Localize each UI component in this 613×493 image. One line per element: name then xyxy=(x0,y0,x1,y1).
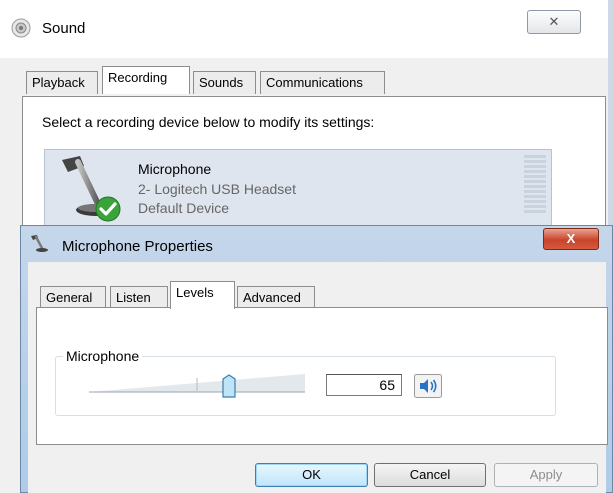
mute-toggle-button[interactable] xyxy=(414,374,442,398)
level-value-field[interactable]: 65 xyxy=(326,374,402,396)
device-name: Microphone xyxy=(138,161,212,177)
tab-listen[interactable]: Listen xyxy=(110,286,168,309)
tab-levels[interactable]: Levels xyxy=(170,281,235,309)
tab-general[interactable]: General xyxy=(40,286,106,309)
properties-dialog-title: Microphone Properties xyxy=(62,238,213,255)
sound-close-button[interactable]: ✕ xyxy=(527,10,581,34)
tab-communications[interactable]: Communications xyxy=(260,71,385,94)
speaker-icon xyxy=(11,18,31,38)
checkmark-icon xyxy=(95,196,121,222)
volume-slider-thumb[interactable] xyxy=(222,374,236,398)
sound-title-bar[interactable] xyxy=(0,0,608,58)
level-meter xyxy=(524,155,546,213)
tab-recording[interactable]: Recording xyxy=(102,66,190,94)
cancel-button[interactable]: Cancel xyxy=(374,463,486,487)
tab-playback[interactable]: Playback xyxy=(26,71,98,94)
volume-slider[interactable] xyxy=(89,374,305,396)
microphone-level-label: Microphone xyxy=(63,348,143,364)
properties-close-button[interactable]: X xyxy=(543,228,599,250)
microphone-icon xyxy=(31,235,48,252)
ok-button[interactable]: OK xyxy=(255,463,368,487)
tab-advanced[interactable]: Advanced xyxy=(237,286,315,309)
apply-button[interactable]: Apply xyxy=(494,463,598,487)
sound-window-title: Sound xyxy=(42,20,86,37)
recording-instruction: Select a recording device below to modif… xyxy=(42,114,375,130)
tab-sounds[interactable]: Sounds xyxy=(193,71,256,94)
device-description: 2- Logitech USB Headset xyxy=(138,181,296,197)
device-status: Default Device xyxy=(138,200,230,216)
